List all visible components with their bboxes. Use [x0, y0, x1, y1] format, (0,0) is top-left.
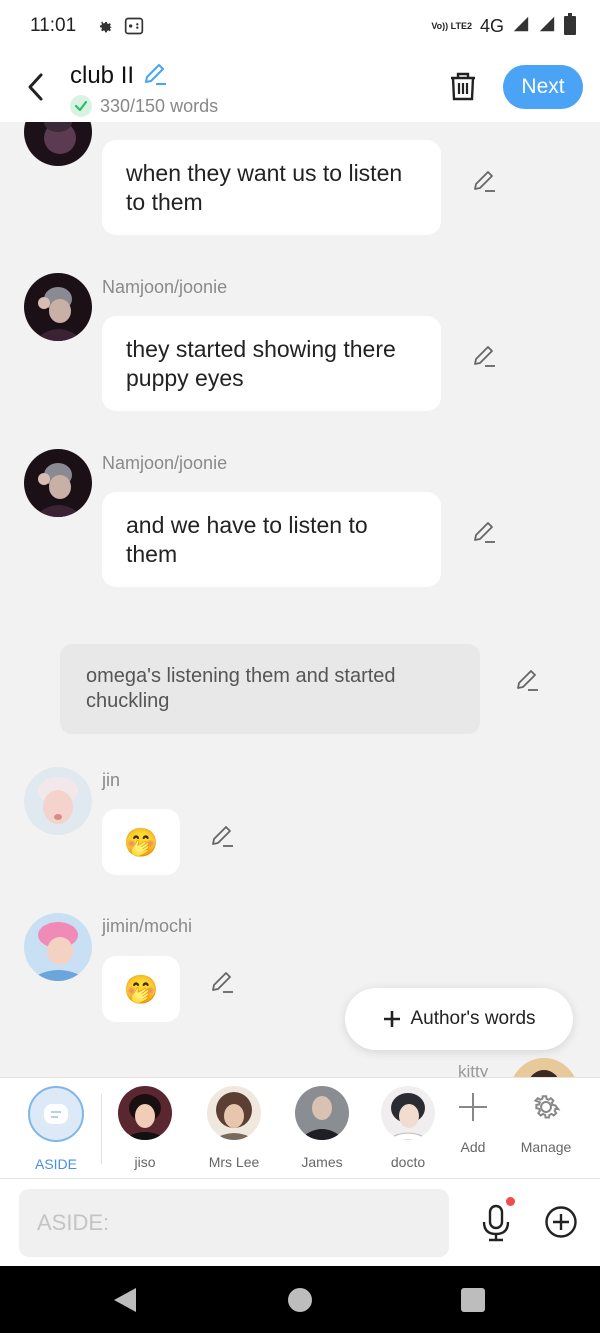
edit-message-icon[interactable] [471, 167, 497, 193]
character-bar: ASIDE jiso Mrs Lee James docto Add Manag… [0, 1077, 600, 1178]
check-icon [70, 95, 92, 117]
aside-avatar [28, 1086, 84, 1142]
authors-words-label: Author's words [410, 1008, 536, 1029]
system-nav-bar [0, 1266, 600, 1333]
sender-name: Namjoon/joonie [102, 277, 228, 297]
nav-home-button[interactable] [288, 1288, 312, 1312]
edit-message-icon[interactable] [209, 822, 235, 848]
avatar-jimin[interactable] [24, 913, 92, 981]
sender-name: jin [102, 770, 121, 790]
sender-name: jimin/mochi [102, 916, 193, 936]
avatar [381, 1086, 435, 1140]
message-bubble[interactable]: when they want us to listen to them [102, 140, 441, 235]
status-time: 11:01 [30, 15, 77, 36]
add-character-button[interactable]: Add [438, 1090, 508, 1155]
chat-area[interactable]: when they want us to listen to them Namj… [0, 122, 600, 1077]
edit-message-icon[interactable] [471, 342, 497, 368]
gear-icon [533, 1095, 561, 1119]
emoji-message-bubble[interactable]: 🤭 [102, 809, 180, 875]
manage-label: Manage [520, 1139, 572, 1155]
character-label: docto [390, 1154, 426, 1170]
plus-icon [384, 1011, 401, 1027]
input-bar [0, 1178, 600, 1266]
volte-icon: Vo)) LTE2 [431, 20, 472, 31]
recording-dot [506, 1197, 515, 1206]
character-mrs-lee[interactable]: Mrs Lee [194, 1086, 274, 1170]
aside-bubble[interactable]: omega's listening them and started chuck… [60, 644, 480, 734]
nav-recents-button[interactable] [461, 1288, 485, 1312]
next-button[interactable]: Next [503, 65, 583, 109]
avatar [207, 1086, 261, 1140]
title-block: club II 330/150 words [70, 60, 218, 117]
sender-name: kitty [458, 1062, 489, 1077]
message-bubble[interactable]: they started showing there puppy eyes [102, 316, 441, 411]
chevron-left-icon [28, 73, 43, 101]
emoji-message-bubble[interactable]: 🤭 [102, 956, 180, 1022]
character-label: Mrs Lee [208, 1154, 260, 1170]
character-label: jiso [134, 1154, 156, 1170]
triangle-back-icon [114, 1288, 136, 1312]
character-james[interactable]: James [282, 1086, 362, 1170]
avatar [295, 1086, 349, 1140]
plus-icon [459, 1093, 487, 1121]
edit-message-icon[interactable] [471, 518, 497, 544]
voice-input-button[interactable] [480, 1203, 512, 1243]
chat-bubble-icon [44, 1104, 68, 1124]
page-title: club II [70, 61, 135, 89]
edit-title-icon[interactable] [142, 60, 168, 91]
add-label: Add [460, 1139, 486, 1155]
trash-icon [451, 72, 475, 101]
settings-gear-icon [96, 17, 114, 35]
authors-words-button[interactable]: Author's words [345, 988, 573, 1050]
add-attachment-button[interactable] [544, 1205, 578, 1239]
back-button[interactable] [22, 70, 48, 104]
header: club II 330/150 words Next [0, 52, 600, 122]
character-aside[interactable]: ASIDE [16, 1086, 96, 1172]
character-docto[interactable]: docto [368, 1086, 448, 1170]
signal-icon [512, 15, 530, 38]
nav-back-button[interactable] [112, 1286, 138, 1319]
sender-name: Namjoon/joonie [102, 453, 228, 473]
character-jiso[interactable]: jiso [105, 1086, 185, 1170]
word-count: 330/150 words [100, 95, 219, 116]
edit-message-icon[interactable] [209, 968, 235, 994]
avatar-namjoon[interactable] [24, 449, 92, 517]
edit-aside-icon[interactable] [514, 666, 540, 692]
game-controller-icon [124, 16, 144, 36]
avatar-kitty[interactable] [510, 1058, 578, 1077]
network-type-label: 4G [479, 15, 504, 36]
signal-icon-2 [538, 15, 556, 38]
microphone-icon [482, 1204, 510, 1242]
manage-button[interactable]: Manage [511, 1090, 581, 1155]
character-label: James [301, 1154, 343, 1170]
message-bubble[interactable]: and we have to listen to them [102, 492, 441, 587]
status-bar: 11:01 Vo)) LTE2 4G [0, 0, 600, 52]
avatar-namjoon[interactable] [24, 122, 92, 166]
delete-button[interactable] [448, 70, 478, 102]
plus-circle-icon [545, 1206, 577, 1238]
message-input[interactable] [19, 1189, 449, 1257]
avatar-namjoon[interactable] [24, 273, 92, 341]
divider [101, 1094, 102, 1164]
avatar [118, 1086, 172, 1140]
avatar-jin[interactable] [24, 767, 92, 835]
battery-icon [564, 12, 576, 40]
character-label: ASIDE [34, 1156, 77, 1172]
